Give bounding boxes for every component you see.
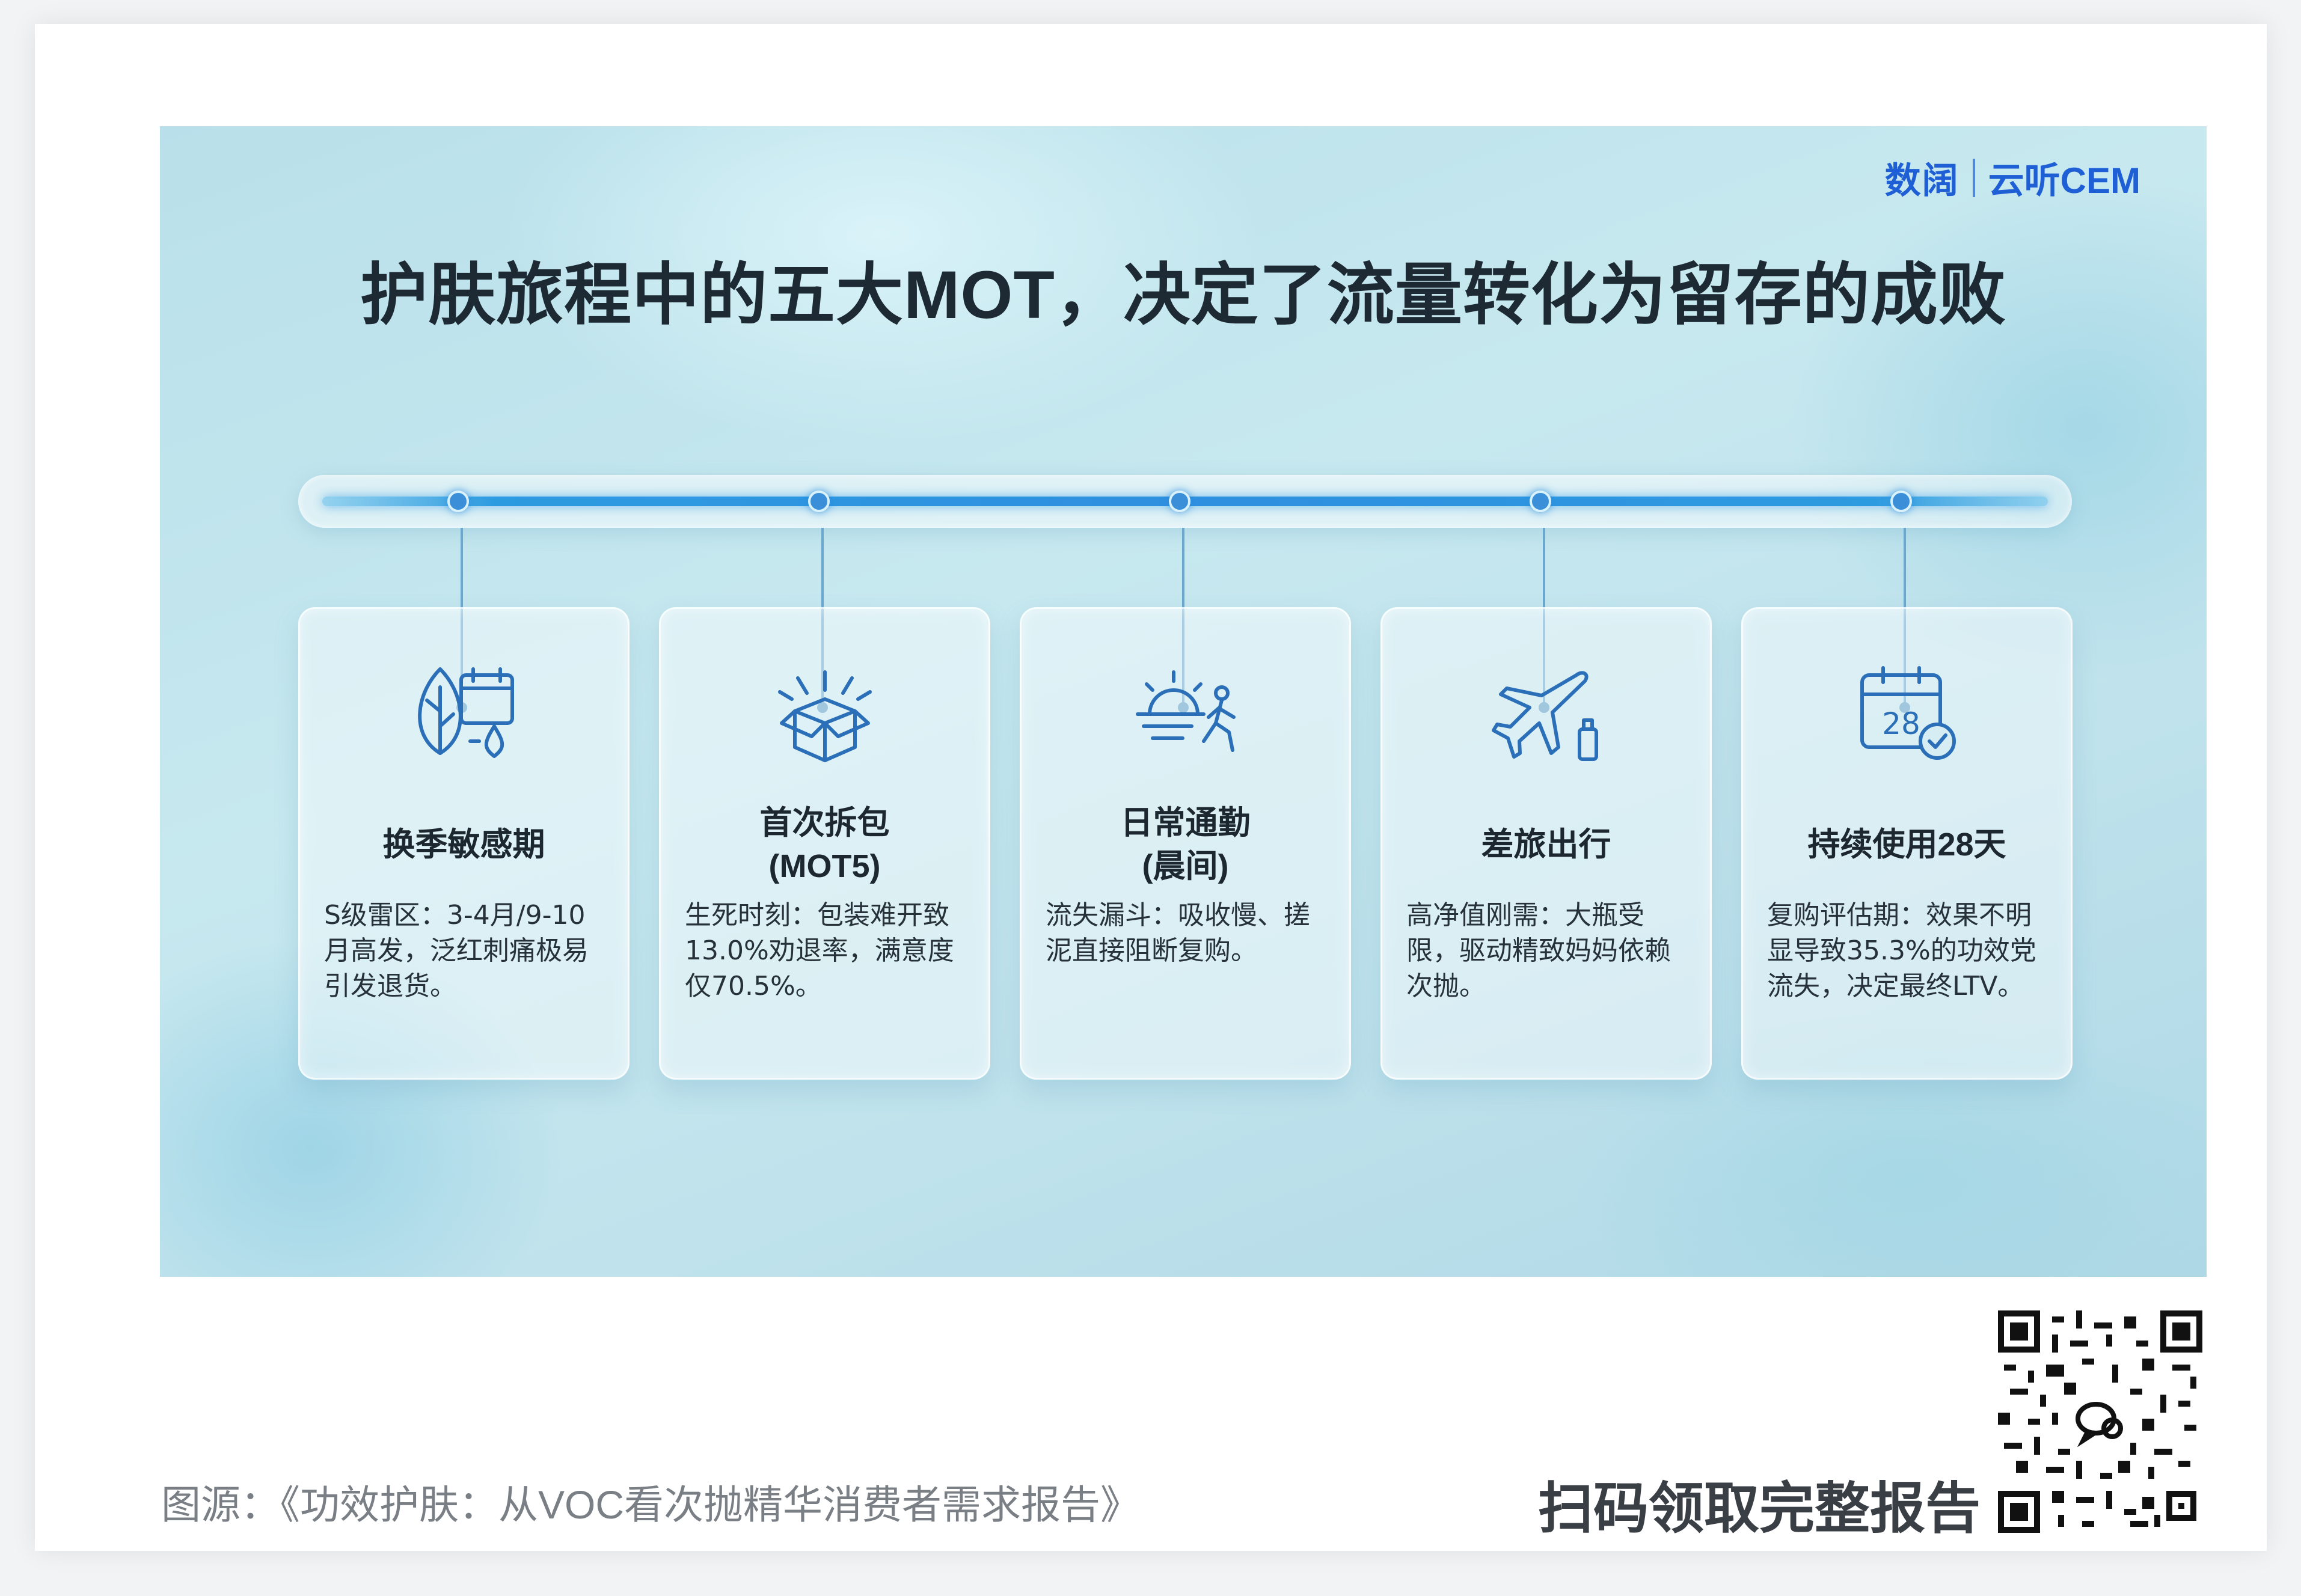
card-description: 高净值刚需：大瓶受限，驱动精致妈妈依赖次抛。 (1406, 900, 1671, 1001)
open-box-icon (777, 670, 872, 762)
card-label: 首次拆包 (MOT5) (759, 805, 890, 884)
calendar-28-check-icon: 28 (1860, 666, 1956, 760)
qr-code[interactable] (1998, 1310, 2202, 1533)
report-sheet: 数阔 云听CEM 护肤旅程中的五大MOT，决定了流量转化为留存的成败 换季敏感期… (35, 24, 2267, 1551)
mot-card-commute: 日常通勤 (晨间) 流失漏斗：吸收慢、搓泥直接阻断复购。 (1020, 607, 1351, 1080)
card-label: 差旅出行 (1481, 827, 1611, 863)
brand-logo: 数阔 云听CEM (1885, 151, 2140, 204)
page-title: 护肤旅程中的五大MOT，决定了流量转化为留存的成败 (360, 257, 2006, 332)
leaf-calendar-drop-icon (417, 667, 514, 758)
card-description: 复购评估期：效果不明显导致35.3%的功效党流失，决定最终LTV。 (1767, 900, 2036, 1001)
card-description: 生死时刻：包装难开致13.0%劝退率，满意度仅70.5%。 (685, 900, 954, 1001)
calendar-number: 28 (1882, 706, 1920, 741)
timeline-node (1530, 491, 1551, 512)
brand-divider (1972, 158, 1975, 197)
infographic-panel: 数阔 云听CEM 护肤旅程中的五大MOT，决定了流量转化为留存的成败 换季敏感期… (160, 126, 2207, 1277)
sunrise-walker-icon (1135, 670, 1236, 752)
card-label: 日常通勤 (晨间) (1120, 805, 1251, 884)
timeline-node (808, 491, 830, 512)
timeline-node (1169, 491, 1190, 512)
card-label: 换季敏感期 (382, 827, 545, 863)
timeline-bar (298, 475, 2072, 528)
card-description: 流失漏斗：吸收慢、搓泥直接阻断复购。 (1046, 900, 1310, 966)
mot-card-28-days: 28 持续使用28天 复购评估期：效果不明显导致35.3%的功效党流失，决定最终… (1741, 607, 2073, 1080)
mot-card-travel: 差旅出行 高净值刚需：大瓶受限，驱动精致妈妈依赖次抛。 (1380, 607, 1712, 1080)
card-description: S级雷区：3-4月/9-10月高发，泛红刺痛极易引发退货。 (324, 900, 589, 1001)
timeline-node (447, 491, 469, 512)
timeline-node (1890, 491, 1912, 512)
mot-card-unboxing: 首次拆包 (MOT5) 生死时刻：包装难开致13.0%劝退率，满意度仅70.5%… (659, 607, 990, 1080)
brand-logo-text: 数阔 (1884, 161, 1959, 201)
brand-product: 云听CEM (1988, 161, 2140, 201)
airplane-bottle-icon (1491, 671, 1598, 761)
mot-card-seasonal: 换季敏感期 S级雷区：3-4月/9-10月高发，泛红刺痛极易引发退货。 (298, 607, 630, 1080)
source-caption: 图源：《功效护肤：从VOC看次抛精华消费者需求报告》 (161, 1482, 1141, 1527)
card-label: 持续使用28天 (1807, 827, 2006, 863)
scan-cta: 扫码领取完整报告 (1538, 1478, 1981, 1539)
